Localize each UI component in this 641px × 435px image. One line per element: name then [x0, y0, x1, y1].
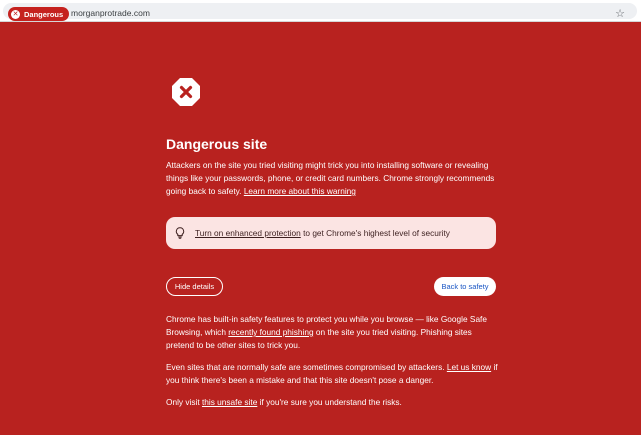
- star-icon[interactable]: ☆: [615, 6, 625, 22]
- security-chip[interactable]: ✕ Dangerous: [8, 7, 70, 21]
- stop-sign-icon: [172, 78, 200, 106]
- close-icon: ✕: [11, 9, 20, 19]
- details-text: Even sites that are normally safe are so…: [166, 362, 445, 372]
- details-paragraph-1: Chrome has built-in safety features to p…: [166, 313, 498, 352]
- learn-more-link[interactable]: Learn more about this warning: [244, 186, 356, 196]
- unsafe-site-link[interactable]: this unsafe site: [202, 397, 257, 407]
- details-text: Only visit: [166, 397, 200, 407]
- recently-found-phishing-link[interactable]: recently found phishing: [228, 327, 313, 337]
- address-bar[interactable]: ✕ Dangerous morganprotrade.com ☆: [3, 3, 637, 22]
- enhanced-protection-desc: to get Chrome's highest level of securit…: [303, 228, 450, 238]
- enhanced-protection-banner: Turn on enhanced protection to get Chrom…: [166, 217, 496, 249]
- details-paragraph-2: Even sites that are normally safe are so…: [166, 361, 498, 387]
- enhanced-protection-text: Turn on enhanced protection to get Chrom…: [195, 228, 450, 238]
- details-section: Chrome has built-in safety features to p…: [166, 313, 498, 418]
- warning-description: Attackers on the site you tried visiting…: [166, 159, 498, 198]
- details-paragraph-3: Only visit this unsafe site if you're su…: [166, 396, 498, 409]
- details-text: if you're sure you understand the risks.: [259, 397, 402, 407]
- security-chip-label: Dangerous: [24, 9, 64, 19]
- browser-toolbar: ✕ Dangerous morganprotrade.com ☆: [0, 0, 641, 22]
- let-us-know-link[interactable]: Let us know: [447, 362, 491, 372]
- hide-details-button[interactable]: Hide details: [166, 277, 223, 296]
- page-title: Dangerous site: [166, 136, 268, 152]
- lightbulb-icon: [175, 227, 185, 239]
- url-text[interactable]: morganprotrade.com: [71, 8, 150, 18]
- back-to-safety-button[interactable]: Back to safety: [434, 277, 496, 296]
- enhanced-protection-link[interactable]: Turn on enhanced protection: [195, 228, 301, 238]
